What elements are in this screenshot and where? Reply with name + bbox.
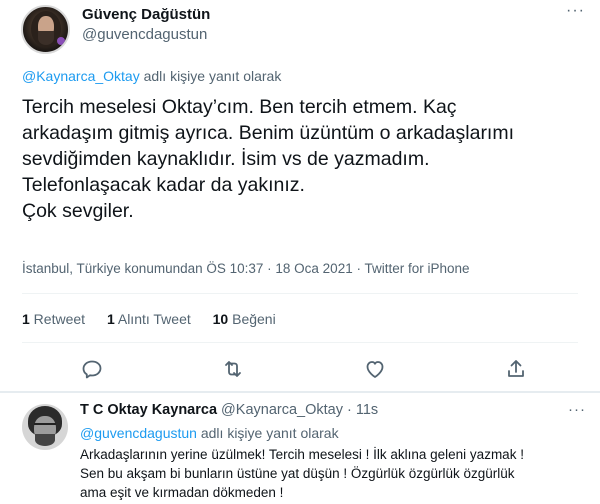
avatar[interactable]: [22, 404, 68, 450]
retweets-label: Retweet: [29, 311, 86, 327]
tweet-text-line: sevdiğimden kaynaklıdır. İsim vs de yazm…: [22, 148, 430, 170]
tweet-meta[interactable]: İstanbul, Türkiye konumundan ÖS 10:37 · …: [22, 261, 470, 276]
share-button[interactable]: [504, 357, 528, 381]
reply-text-line: Sen bu akşam bi bunların üstüne yat düşü…: [80, 466, 515, 481]
reply-text-line: Arkadaşlarının yerine üzülmek! Tercih me…: [80, 447, 524, 462]
tweet-text-line: Tercih meselesi Oktay’cım. Ben tercih et…: [22, 96, 457, 118]
like-icon: [366, 361, 384, 378]
author-display-name[interactable]: Güvenç Dağüstün: [82, 6, 210, 23]
reply-icon: [82, 360, 102, 379]
reply-context-suffix: adlı kişiye yanıt olarak: [196, 425, 339, 441]
retweets-stat[interactable]: 1 Retweet: [22, 311, 85, 327]
likes-stat[interactable]: 10 Beğeni: [213, 311, 276, 327]
share-icon: [508, 360, 524, 377]
tweet-stats: 1 Retweet 1 Alıntı Tweet 10 Beğeni: [22, 311, 294, 327]
reply-context: @Kaynarca_Oktay adlı kişiye yanıt olarak: [22, 68, 281, 84]
author-handle[interactable]: @Kaynarca_Oktay: [221, 402, 343, 418]
tweet-text-line: Çok sevgiler.: [22, 200, 134, 222]
reply-context: @guvencdagustun adlı kişiye yanıt olarak: [80, 425, 339, 441]
avatar-glasses: [34, 423, 56, 428]
quotes-label: Alıntı Tweet: [114, 311, 191, 327]
tweet-text-line: arkadaşım gitmiş ayrıca. Benim üzüntüm o…: [22, 122, 515, 144]
more-options-icon[interactable]: ···: [568, 401, 586, 418]
reply-mention-link[interactable]: @Kaynarca_Oktay: [22, 68, 140, 84]
reply-button[interactable]: [80, 357, 104, 381]
reply-tweet[interactable]: T C Oktay Kaynarca @Kaynarca_Oktay · 11s…: [0, 393, 600, 504]
divider: [22, 342, 578, 343]
tweet-timestamp[interactable]: 11s: [356, 402, 378, 418]
avatar-accent: [57, 37, 65, 45]
reply-mention-link[interactable]: @guvencdagustun: [80, 425, 197, 441]
author-display-name[interactable]: T C Oktay Kaynarca: [80, 402, 217, 418]
quotes-count: 1: [106, 311, 115, 327]
reply-text-line: ama eşit ve kırmadan dökmeden !: [80, 485, 284, 500]
reply-context-suffix: adlı kişiye yanıt olarak: [139, 68, 282, 84]
likes-label: Beğeni: [228, 311, 276, 327]
quotes-stat[interactable]: 1 Alıntı Tweet: [107, 311, 191, 327]
likes-count: 10: [212, 311, 229, 327]
tweet-text: Tercih meselesi Oktay’cım. Ben tercih et…: [22, 94, 592, 224]
avatar[interactable]: [21, 5, 70, 54]
reply-header: T C Oktay Kaynarca @Kaynarca_Oktay · 11s: [80, 402, 378, 418]
author-handle[interactable]: @guvencdagustun: [82, 26, 207, 43]
avatar-beard: [35, 434, 55, 446]
reply-text: Arkadaşlarının yerine üzülmek! Tercih me…: [80, 445, 595, 502]
separator-dot: ·: [347, 402, 352, 418]
retweet-icon: [225, 361, 241, 377]
divider: [22, 293, 578, 294]
main-tweet: Güvenç Dağüstün @guvencdagustun ··· @Kay…: [0, 0, 600, 391]
avatar-beard: [38, 31, 54, 45]
more-options-icon[interactable]: ···: [566, 2, 585, 20]
retweet-button[interactable]: [221, 357, 245, 381]
retweets-count: 1: [22, 311, 30, 327]
tweet-text-line: Telefonlaşacak kadar da yakınız.: [22, 174, 305, 196]
like-button[interactable]: [363, 357, 387, 381]
